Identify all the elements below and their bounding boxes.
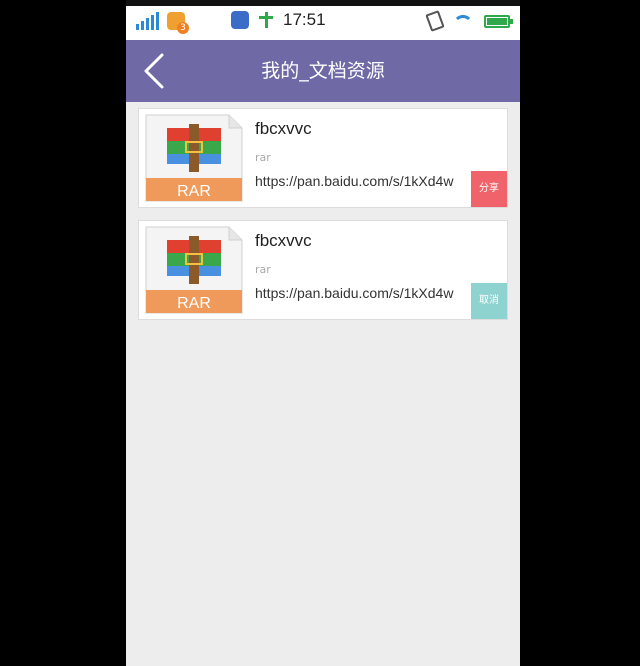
file-name: fbcxvvc	[255, 231, 312, 250]
file-name: fbcxvvc	[255, 119, 312, 138]
battery-icon	[484, 14, 513, 28]
file-type: rar	[255, 151, 271, 164]
status-time: 17:51	[283, 10, 326, 29]
thumb-label: RAR	[177, 295, 211, 312]
list-item[interactable]: RAR fbcxvvc rar https://pan.baidu.com/s/…	[138, 108, 508, 208]
app-notification-icon: 3	[167, 12, 189, 34]
title-bar: 我的_文档资源	[126, 40, 520, 102]
notification-count: 3	[177, 22, 189, 34]
shield-app-icon	[231, 11, 249, 29]
status-right	[425, 10, 513, 32]
file-type: rar	[255, 263, 271, 276]
share-button[interactable]: 分享	[471, 171, 507, 207]
vibrate-icon	[425, 10, 445, 32]
list-item[interactable]: RAR fbcxvvc rar https://pan.baidu.com/s/…	[138, 220, 508, 320]
signal-icon	[136, 12, 159, 30]
document-list: RAR fbcxvvc rar https://pan.baidu.com/s/…	[126, 102, 520, 320]
file-link[interactable]: https://pan.baidu.com/s/1kXd4w	[255, 173, 467, 189]
usb-icon	[259, 10, 273, 30]
rar-archive-icon: RAR	[145, 114, 243, 202]
page-title: 我的_文档资源	[261, 60, 385, 82]
cancel-button[interactable]: 取消	[471, 283, 507, 319]
rar-archive-icon: RAR	[145, 226, 243, 314]
status-left: 3	[136, 12, 189, 34]
status-center: 17:51	[231, 10, 326, 30]
status-bar: 3 17:51	[126, 0, 520, 40]
file-link[interactable]: https://pan.baidu.com/s/1kXd4w	[255, 285, 467, 301]
wifi-icon	[452, 13, 474, 29]
phone-screen: 3 17:51 我的_文档资源 RAR fbcxvvc rar https://…	[126, 0, 520, 666]
thumb-label: RAR	[177, 183, 211, 200]
